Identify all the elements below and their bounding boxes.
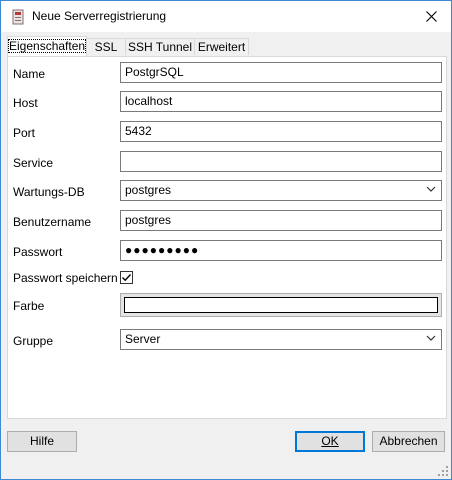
service-input[interactable] <box>120 151 442 172</box>
password-label: Passwort <box>13 245 63 259</box>
group-value: Server <box>125 332 161 346</box>
ok-button[interactable]: OK <box>295 431 365 452</box>
close-button[interactable] <box>411 1 451 32</box>
tab-properties[interactable]: Eigenschaften <box>7 36 87 56</box>
title-bar: Neue Serverregistrierung <box>1 1 451 32</box>
chevron-down-icon <box>426 335 436 341</box>
group-label: Gruppe <box>13 334 54 348</box>
ok-button-label: OK <box>321 434 339 448</box>
maintenance-db-select[interactable]: postgres <box>120 180 442 201</box>
color-picker[interactable] <box>120 293 442 317</box>
host-label: Host <box>13 96 38 110</box>
tab-ssl[interactable]: SSL <box>86 38 126 55</box>
dialog-window: Neue Serverregistrierung Eigenschaften S… <box>0 0 452 480</box>
save-password-checkbox[interactable] <box>120 271 133 284</box>
elephant-app-icon <box>12 9 24 25</box>
name-input[interactable]: PostgrSQL <box>120 62 442 83</box>
port-label: Port <box>13 126 36 140</box>
group-select[interactable]: Server <box>120 329 442 350</box>
color-swatch <box>124 297 438 313</box>
cancel-button[interactable]: Abbrechen <box>372 431 445 452</box>
tab-advanced[interactable]: Erweitert <box>194 38 249 55</box>
password-input[interactable]: ●●●●●●●●● <box>120 240 442 261</box>
color-label: Farbe <box>13 299 45 313</box>
properties-panel: Name PostgrSQL Host localhost Port 5432 … <box>7 56 447 419</box>
host-input[interactable]: localhost <box>120 91 442 112</box>
username-input[interactable]: postgres <box>120 210 442 231</box>
save-password-label: Passwort speichern <box>13 271 118 285</box>
window-title: Neue Serverregistrierung <box>32 9 167 23</box>
help-button[interactable]: Hilfe <box>7 431 77 452</box>
close-icon <box>425 11 437 22</box>
maintenance-db-label: Wartungs-DB <box>13 185 85 199</box>
checkmark-icon <box>122 274 132 282</box>
maintenance-db-value: postgres <box>125 183 172 197</box>
service-label: Service <box>13 156 54 170</box>
chevron-down-icon <box>426 186 436 192</box>
resize-grip-icon[interactable] <box>437 465 449 477</box>
name-label: Name <box>13 67 46 81</box>
username-label: Benutzername <box>13 215 92 229</box>
tab-ssh-tunnel[interactable]: SSH Tunnel <box>125 38 195 55</box>
port-input[interactable]: 5432 <box>120 121 442 142</box>
